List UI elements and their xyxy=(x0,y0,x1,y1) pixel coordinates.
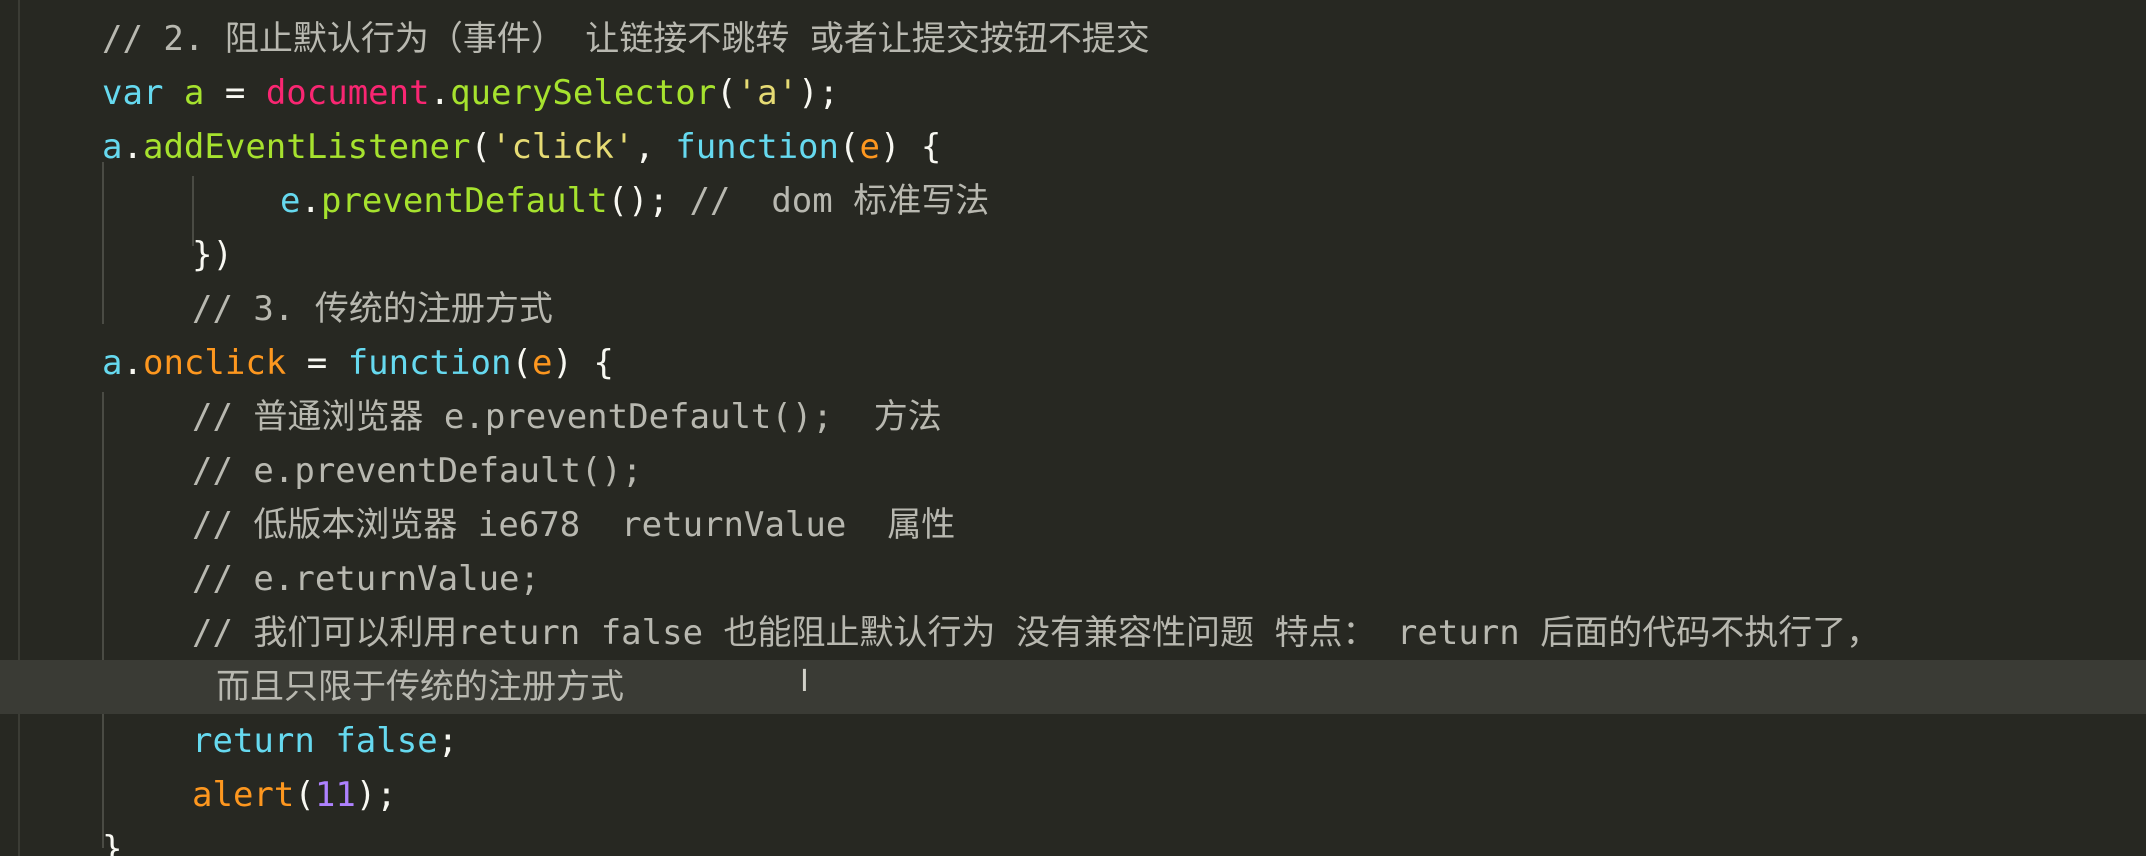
paren-token: ( xyxy=(470,127,491,167)
dot-token: . xyxy=(429,73,451,113)
dot-token: . xyxy=(122,343,143,383)
indent-guide xyxy=(102,162,104,324)
method-token: addEventListener xyxy=(142,127,471,167)
param-token: e xyxy=(280,181,301,221)
code-line-13-active[interactable]: 而且只限于传统的注册方式 xyxy=(0,660,2146,714)
paren-token: ) { xyxy=(879,127,942,167)
function-token: alert xyxy=(192,775,295,815)
param-token: e xyxy=(859,127,880,167)
code-text: alert(11); xyxy=(192,768,397,822)
paren-token: ( xyxy=(511,343,532,383)
semicolon-token: ; xyxy=(437,721,459,761)
keyword-token: function xyxy=(347,343,512,383)
comment-text: // 低版本浏览器 ie678 returnValue 属性 xyxy=(192,505,956,545)
code-line-8[interactable]: // 普通浏览器 e.preventDefault(); 方法 xyxy=(0,390,942,444)
code-text: return false; xyxy=(192,714,458,768)
boolean-token: false xyxy=(335,721,438,761)
paren-token: (); xyxy=(607,181,690,221)
code-line-14[interactable]: return false; xyxy=(0,714,458,768)
property-token: onclick xyxy=(142,343,287,383)
comment-text: // e.preventDefault(); xyxy=(192,451,643,491)
comment-text: // 我们可以利用return false 也能阻止默认行为 没有兼容性问题 特… xyxy=(192,613,1881,653)
method-token: preventDefault xyxy=(320,181,608,221)
code-line-9[interactable]: // e.preventDefault(); xyxy=(0,444,642,498)
paren-token: ( xyxy=(838,127,860,167)
comment-text: // 3. 传统的注册方式 xyxy=(192,289,553,329)
code-line-4[interactable]: e.preventDefault(); // dom 标准写法 xyxy=(0,174,989,228)
code-line-10[interactable]: // 低版本浏览器 ie678 returnValue 属性 xyxy=(0,498,955,552)
dot-token: . xyxy=(300,181,321,221)
code-editor[interactable]: // 2. 阻止默认行为（事件） 让链接不跳转 或者让提交按钮不提交 var a… xyxy=(0,0,2146,856)
identifier-token: a xyxy=(183,73,205,113)
code-text: e.preventDefault(); // dom 标准写法 xyxy=(280,174,989,228)
object-token: document xyxy=(265,73,430,113)
comment-text: // dom 标准写法 xyxy=(689,181,990,221)
string-token: 'a' xyxy=(736,73,799,113)
dot-token: . xyxy=(122,127,143,167)
code-text: a.addEventListener('click', function(e) … xyxy=(102,120,941,174)
code-text: var a = document.querySelector('a'); xyxy=(102,66,839,120)
param-token: e xyxy=(531,343,553,383)
code-line-12[interactable]: // 我们可以利用return false 也能阻止默认行为 没有兼容性问题 特… xyxy=(0,606,1880,660)
keyword-token: return xyxy=(192,721,315,761)
comment-text: // 普通浏览器 e.preventDefault(); 方法 xyxy=(192,397,942,437)
comment-text: // 2. 阻止默认行为（事件） 让链接不跳转 或者让提交按钮不提交 xyxy=(102,19,1150,59)
operator-token: = xyxy=(286,343,348,383)
indent-guide xyxy=(102,392,104,848)
keyword-token: function xyxy=(675,127,839,167)
comment-text: 而且只限于传统的注册方式 xyxy=(216,667,624,707)
code-text: a.onclick = function(e) { xyxy=(102,336,614,390)
code-line-2[interactable]: var a = document.querySelector('a'); xyxy=(0,66,839,120)
code-line-7[interactable]: a.onclick = function(e) { xyxy=(0,336,614,390)
object-token: a xyxy=(102,127,123,167)
paren-token: ); xyxy=(798,73,840,113)
code-line-3[interactable]: a.addEventListener('click', function(e) … xyxy=(0,120,941,174)
paren-token: ( xyxy=(294,775,315,815)
code-line-6[interactable]: // 3. 传统的注册方式 xyxy=(0,282,553,336)
comment-text: // e.returnValue; xyxy=(192,559,540,599)
paren-token: ); xyxy=(355,775,397,815)
closing-brace: } xyxy=(102,829,123,856)
string-token: 'click' xyxy=(490,127,635,167)
number-token: 11 xyxy=(314,775,356,815)
comma-token: , xyxy=(634,127,676,167)
code-line-1[interactable]: // 2. 阻止默认行为（事件） 让链接不跳转 或者让提交按钮不提交 xyxy=(0,12,1150,66)
operator-token: = xyxy=(204,73,266,113)
object-token: a xyxy=(102,343,123,383)
paren-token: ( xyxy=(716,73,737,113)
keyword-token: var xyxy=(102,73,164,113)
method-token: querySelector xyxy=(450,73,717,113)
code-line-16[interactable]: } xyxy=(0,822,122,856)
text-cursor-icon: I xyxy=(800,664,809,699)
paren-token: ) { xyxy=(552,343,614,383)
closing-brace: }) xyxy=(192,235,233,275)
code-line-11[interactable]: // e.returnValue; xyxy=(0,552,540,606)
code-line-5[interactable]: }) xyxy=(0,228,233,282)
code-line-15[interactable]: alert(11); xyxy=(0,768,397,822)
